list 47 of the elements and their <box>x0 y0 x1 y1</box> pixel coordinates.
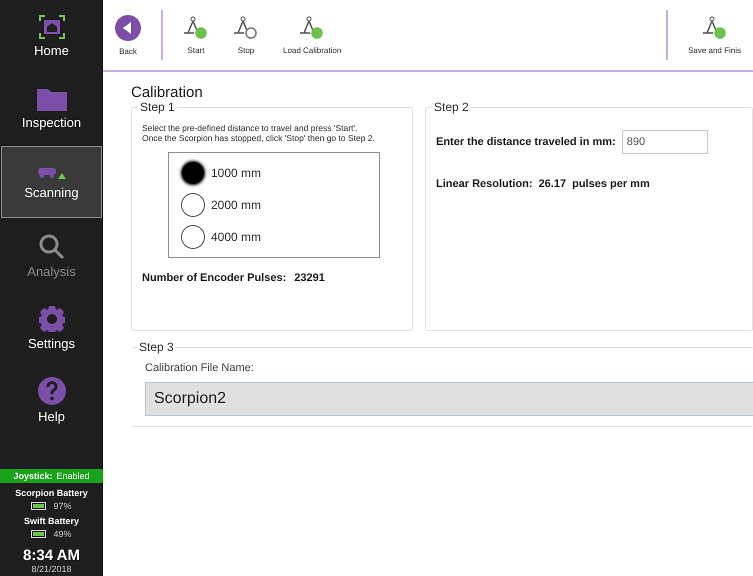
nav-item[interactable]: Inspection <box>1 74 102 142</box>
joystick-label: Joystick: <box>13 471 52 481</box>
folder-icon <box>36 86 66 110</box>
nav-item[interactable]: Help <box>1 366 102 434</box>
battery-icon <box>31 502 48 510</box>
start-button[interactable]: Start <box>171 0 221 70</box>
step-title: Step 2 <box>432 100 471 114</box>
back-button[interactable]: Back <box>103 0 153 70</box>
instructions-text: Select the pre-defined distance to travel and press 'Start'. Once the Scorpion has stopped, click 'Stop' then go to Step 2. <box>142 124 376 144</box>
clock-time: 8:34 AM <box>22 547 81 564</box>
pulses-value: 23291 <box>294 272 325 284</box>
help-icon <box>38 376 66 404</box>
battery-icon <box>31 530 48 538</box>
resolution-label: Linear Resolution: <box>436 178 533 190</box>
search-icon <box>38 234 64 260</box>
load-button[interactable]: Load Calibration <box>271 0 354 70</box>
distance-label: Enter the distance traveled in mm: <box>436 136 616 148</box>
home-icon <box>38 14 64 38</box>
battery-label: Swift Battery <box>24 516 79 526</box>
stop-button[interactable]: Stop <box>221 0 271 70</box>
back-icon <box>115 14 141 40</box>
compass-icon <box>233 16 259 40</box>
distance-radio[interactable]: 4000 mm <box>181 224 367 249</box>
nav-item[interactable]: Scanning <box>1 146 102 218</box>
file-name-field[interactable]: Scorpion2 <box>145 382 753 416</box>
file-name-label: Calibration File Name: <box>145 362 255 374</box>
nav-item[interactable]: Settings <box>1 294 102 362</box>
compass-icon <box>183 16 209 40</box>
gear-icon <box>38 306 64 332</box>
resolution-value: 26.17 <box>538 178 566 190</box>
distance-radio[interactable]: 1000 mm <box>181 160 367 185</box>
battery-percent: 97% <box>53 501 72 511</box>
joystick-value: Enabled <box>56 471 90 481</box>
clock-date: 8/21/2018 <box>30 564 73 574</box>
battery-percent: 49% <box>53 529 72 539</box>
page-title: Calibration <box>131 84 204 101</box>
distance-radio[interactable]: 2000 mm <box>181 192 367 217</box>
save-button[interactable]: Save and Finis <box>676 0 753 70</box>
battery-label: Scorpion Battery <box>15 488 88 498</box>
compass-icon <box>299 16 326 40</box>
pulses-label: Number of Encoder Pulses: <box>142 272 286 284</box>
resolution-unit: pulses per mm <box>572 178 650 190</box>
compass-icon <box>702 16 728 40</box>
step-title: Step 1 <box>138 100 177 114</box>
nav-item[interactable]: Home <box>1 2 102 70</box>
step-title: Step 3 <box>137 340 176 354</box>
distance-input-field[interactable]: 890 <box>622 130 708 154</box>
